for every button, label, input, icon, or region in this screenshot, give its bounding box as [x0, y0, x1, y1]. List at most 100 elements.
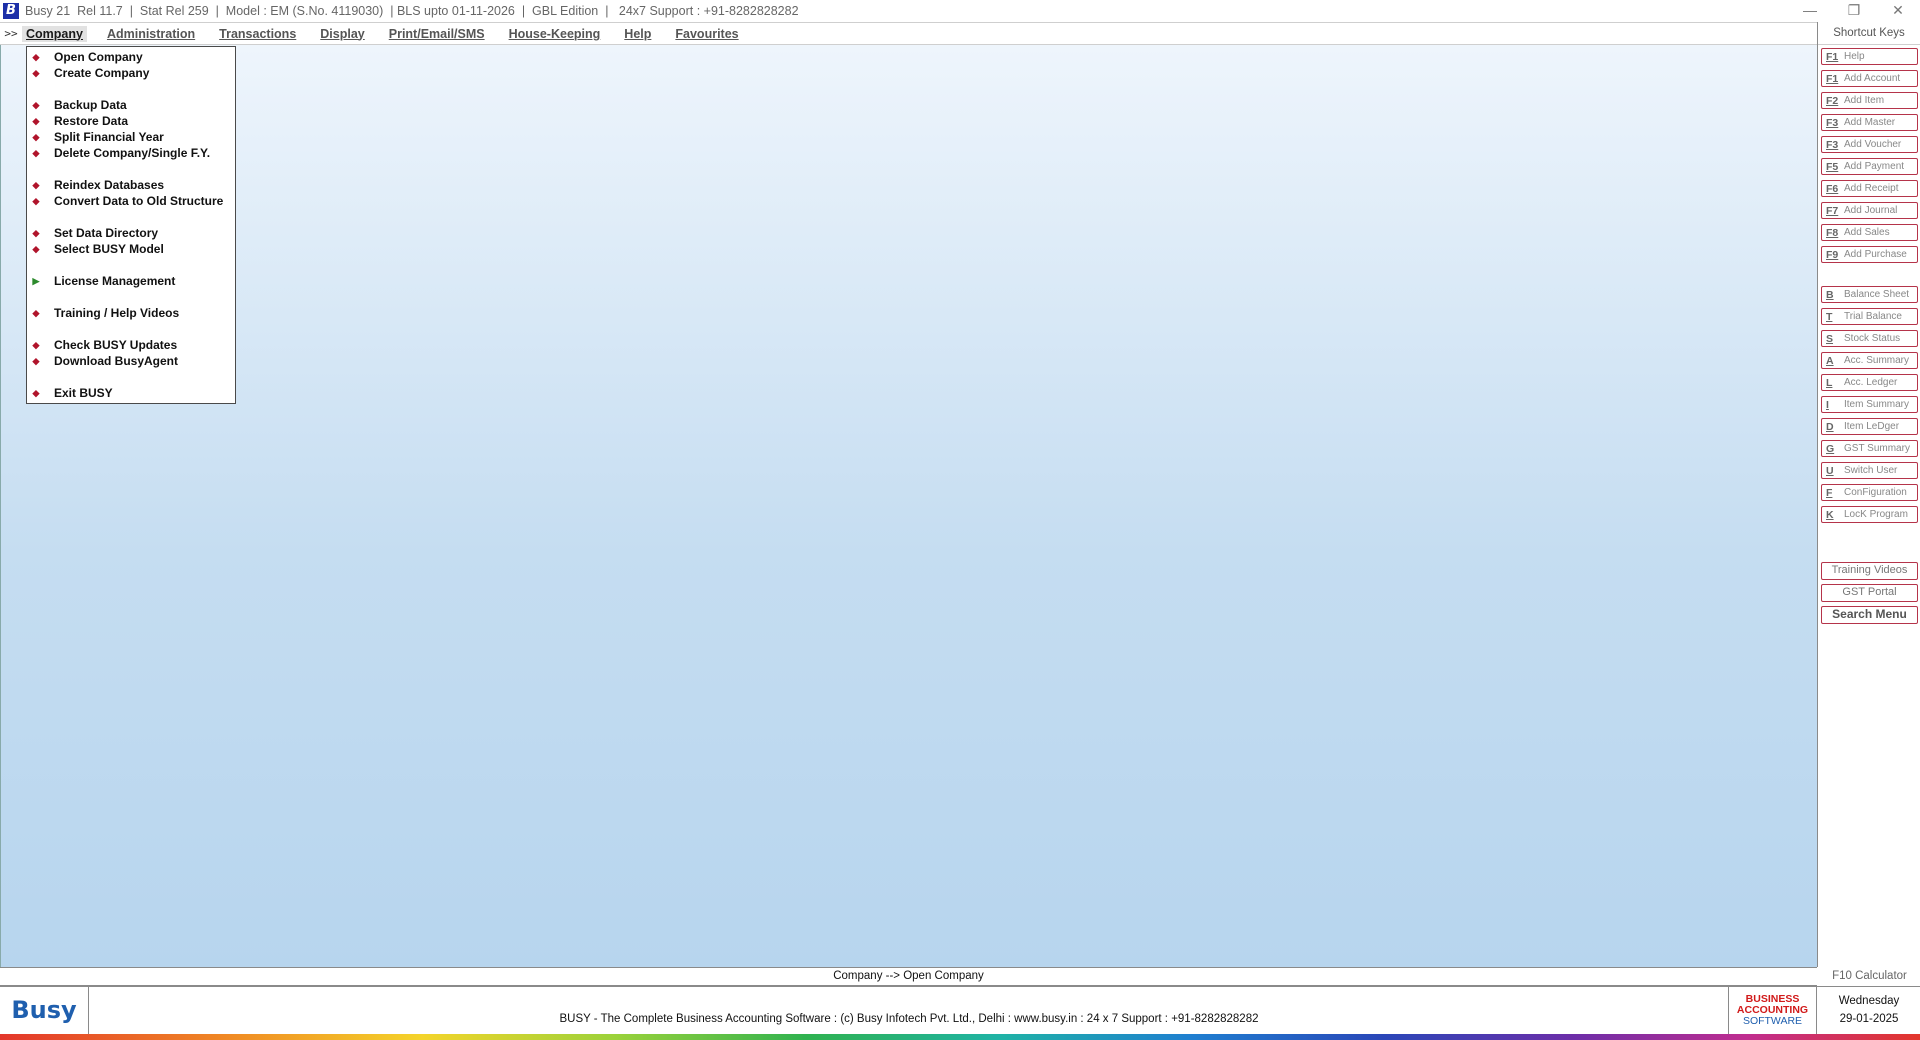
main-workspace — [0, 45, 1817, 967]
minimize-button[interactable]: — — [1788, 0, 1832, 22]
shortcut-label: Add Item — [1844, 95, 1885, 106]
menu-item-create-company[interactable]: ◆ Create Company — [27, 65, 235, 81]
menu-item-training-help-videos[interactable]: ◆ Training / Help Videos — [27, 305, 235, 321]
weekday: Wednesday — [1838, 995, 1900, 1007]
bullet-icon: ◆ — [32, 131, 40, 142]
menu-item-set-data-directory[interactable]: ◆ Set Data Directory — [27, 225, 235, 241]
menu-item-label: Training / Help Videos — [54, 306, 180, 320]
shortcut-add-account[interactable]: F1 Add Account — [1821, 70, 1918, 87]
shortcut-label: Item Summary — [1844, 399, 1910, 410]
shortcut-add-payment[interactable]: F5 Add Payment — [1821, 158, 1918, 175]
shortcut-key: F3 — [1826, 116, 1839, 129]
menu-item-open-company[interactable]: ◆ Open Company — [27, 49, 235, 65]
menu-expand-icon[interactable]: >> — [0, 27, 22, 40]
shortcut-key: F7 — [1826, 204, 1839, 217]
bullet-icon: ◆ — [32, 147, 40, 158]
menu-item-restore-data[interactable]: ◆ Restore Data — [27, 113, 235, 129]
shortcut-add-voucher[interactable]: F3 Add Voucher — [1821, 136, 1918, 153]
menu-item-label: Create Company — [54, 66, 150, 80]
shortcut-lock-program[interactable]: K LocK Program — [1821, 506, 1918, 523]
window-title: Busy 21 Rel 11.7 | Stat Rel 259 | Model … — [25, 4, 799, 18]
menu-transactions[interactable]: Transactions — [215, 26, 300, 42]
title-bar: B Busy 21 Rel 11.7 | Stat Rel 259 | Mode… — [0, 0, 1920, 22]
shortcut-switch-user[interactable]: U Switch User — [1821, 462, 1918, 479]
menu-company[interactable]: Company — [22, 25, 87, 42]
shortcut-acc-summary[interactable]: A Acc. Summary — [1821, 352, 1918, 369]
submenu-arrow-icon: ▶ — [32, 275, 40, 286]
current-date: 29-01-2025 — [1839, 1013, 1899, 1025]
menu-display[interactable]: Display — [316, 26, 368, 42]
menu-help[interactable]: Help — [620, 26, 655, 42]
bullet-icon: ◆ — [32, 115, 40, 126]
shortcut-add-purchase[interactable]: F9 Add Purchase — [1821, 246, 1918, 263]
shortcut-add-item[interactable]: F2 Add Item — [1821, 92, 1918, 109]
shortcut-key: G — [1826, 442, 1835, 455]
shortcut-key: F8 — [1826, 226, 1839, 239]
training-button[interactable]: Training Videos — [1821, 562, 1918, 580]
menu-print-email-sms[interactable]: Print/Email/SMS — [385, 26, 489, 42]
menu-item-backup-data[interactable]: ◆ Backup Data — [27, 97, 235, 113]
shortcut-label: Balance Sheet — [1844, 289, 1910, 300]
shortcut-label: Acc. Summary — [1844, 355, 1910, 366]
shortcut-keys-panel: Shortcut Keys F10 Calculator F1 Help F1 Add… — [1817, 22, 1920, 982]
shortcut-label: Add Journal — [1844, 205, 1898, 216]
date-display: Wednesday 29-01-2025 — [1818, 987, 1920, 1034]
shortcut-help[interactable]: F1 Help — [1821, 48, 1918, 65]
menu-administration[interactable]: Administration — [103, 26, 199, 42]
shortcut-item-summary[interactable]: I Item Summary — [1821, 396, 1918, 413]
shortcut-item-ledger[interactable]: D Item LeDger — [1821, 418, 1918, 435]
menu-separator — [27, 257, 235, 273]
shortcut-gst-summary[interactable]: G GST Summary — [1821, 440, 1918, 457]
shortcut-key: F1 — [1826, 50, 1839, 63]
window-controls: — ❐ ✕ — [1788, 0, 1920, 22]
menu-house-keeping[interactable]: House-Keeping — [505, 26, 605, 42]
menu-item-split-financial-year[interactable]: ◆ Split Financial Year — [27, 129, 235, 145]
company-menu-dropdown: ◆ Open Company ◆ Create Company ◆ Backup Data… — [26, 46, 236, 404]
menu-item-check-busy-updates[interactable]: ◆ Check BUSY Updates — [27, 337, 235, 353]
menu-separator — [27, 209, 235, 225]
busy-logo: Busy — [0, 987, 89, 1034]
menu-item-label: Check BUSY Updates — [54, 338, 178, 352]
rainbow-strip — [0, 1034, 1920, 1040]
shortcut-add-sales[interactable]: F8 Add Sales — [1821, 224, 1918, 241]
shortcut-acc-ledger[interactable]: L Acc. Ledger — [1821, 374, 1918, 391]
bullet-icon: ◆ — [32, 51, 40, 62]
shortcut-label: Stock Status — [1844, 333, 1901, 344]
shortcut-label: Add Payment — [1844, 161, 1905, 172]
bullet-icon: ◆ — [32, 99, 40, 110]
menu-item-exit-busy[interactable]: ◆ Exit BUSY — [27, 385, 235, 401]
menu-item-download-busyagent[interactable]: ◆ Download BusyAgent — [27, 353, 235, 369]
shortcut-trial-balance[interactable]: T Trial Balance — [1821, 308, 1918, 325]
menu-item-select-busy-model[interactable]: ◆ Select BUSY Model — [27, 241, 235, 257]
shortcut-stock-status[interactable]: S Stock Status — [1821, 330, 1918, 347]
menu-separator — [27, 369, 235, 385]
footer: Busy BUSY - The Complete Business Accoun… — [0, 986, 1920, 1034]
shortcut-label: Add Sales — [1844, 227, 1890, 238]
gst-button[interactable]: GST Portal — [1821, 584, 1918, 602]
search-button[interactable]: Search Menu — [1821, 606, 1918, 624]
shortcut-configuration[interactable]: F ConFiguration — [1821, 484, 1918, 501]
bullet-icon: ◆ — [32, 67, 40, 78]
shortcut-add-journal[interactable]: F7 Add Journal — [1821, 202, 1918, 219]
calculator-button[interactable]: F10 Calculator — [1818, 967, 1920, 986]
menu-item-license-management[interactable]: ▶ License Management — [27, 273, 235, 289]
menu-item-label: Set Data Directory — [54, 226, 159, 240]
menu-item-delete-company-single-f-y[interactable]: ◆ Delete Company/Single F.Y. — [27, 145, 235, 161]
restore-button[interactable]: ❐ — [1832, 0, 1876, 22]
footer-copyright: BUSY - The Complete Business Accounting … — [559, 1013, 1259, 1025]
shortcut-keys-header: Shortcut Keys — [1818, 22, 1920, 45]
menu-item-label: Download BusyAgent — [54, 354, 179, 368]
menu-item-reindex-databases[interactable]: ◆ Reindex Databases — [27, 177, 235, 193]
menu-item-label: Reindex Databases — [54, 178, 165, 192]
shortcut-add-master[interactable]: F3 Add Master — [1821, 114, 1918, 131]
brand-line-3: SOFTWARE — [1742, 1015, 1803, 1027]
shortcut-add-receipt[interactable]: F6 Add Receipt — [1821, 180, 1918, 197]
menu-item-label: Backup Data — [54, 98, 127, 112]
shortcut-balance-sheet[interactable]: B Balance Sheet — [1821, 286, 1918, 303]
shortcut-key: F2 — [1826, 94, 1839, 107]
menu-item-label: Delete Company/Single F.Y. — [54, 146, 211, 160]
shortcut-key: F9 — [1826, 248, 1839, 261]
menu-favourites[interactable]: Favourites — [671, 26, 742, 42]
close-button[interactable]: ✕ — [1876, 0, 1920, 22]
menu-item-convert-data-to-old-structure[interactable]: ◆ Convert Data to Old Structure — [27, 193, 235, 209]
